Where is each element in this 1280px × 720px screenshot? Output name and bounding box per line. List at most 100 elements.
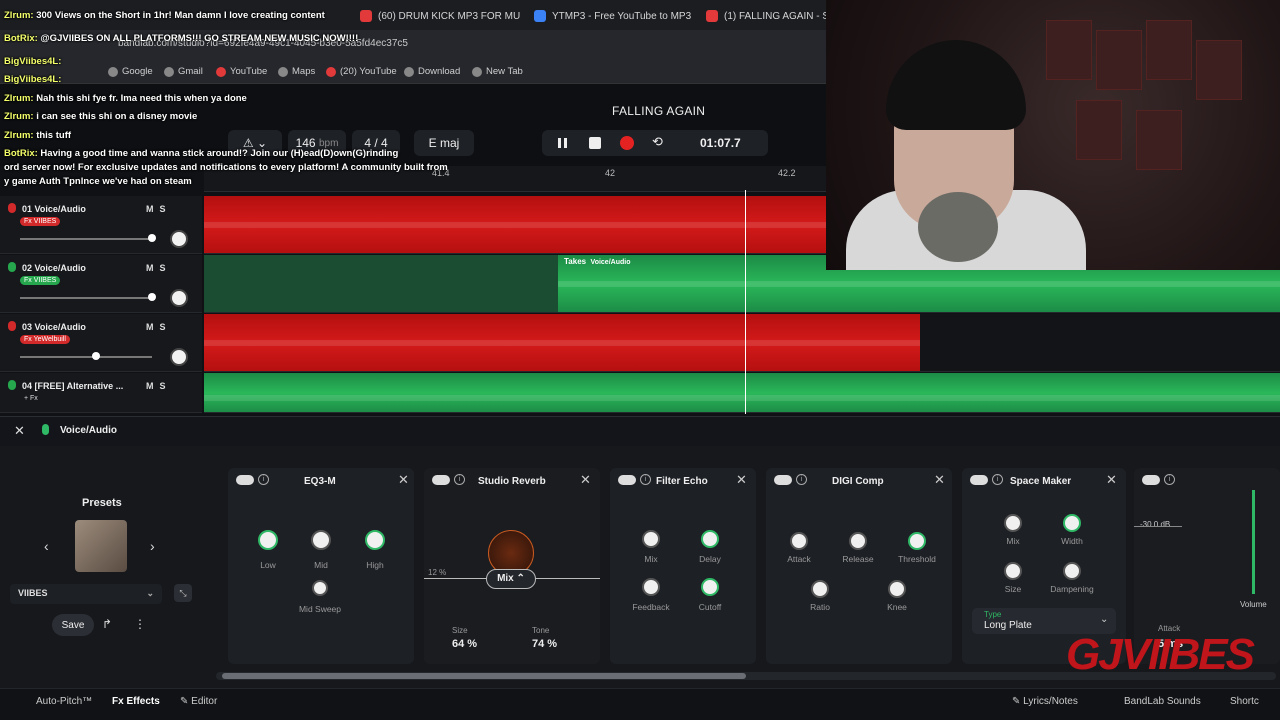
key-field[interactable]: E maj [414, 130, 474, 156]
mute-solo[interactable]: MS [146, 263, 172, 273]
pan-knob[interactable] [170, 289, 188, 307]
bookmark-youtube-2[interactable]: (20) YouTube [326, 66, 397, 77]
knob-ratio[interactable] [811, 580, 829, 598]
effects-tab[interactable]: Fx Effects [112, 696, 160, 707]
browser-tab[interactable]: YTMP3 - Free YouTube to MP3 ✕ [534, 5, 694, 27]
track-header-3[interactable]: 03 Voice/Audio Fx YeWelbuill MS [0, 314, 202, 372]
track-header-4[interactable]: 04 [FREE] Alternative ... + Fx MS [0, 373, 202, 413]
loop-icon[interactable]: ⟲ [652, 134, 666, 149]
info-icon[interactable]: i [1164, 474, 1175, 485]
knob-release[interactable] [849, 532, 867, 550]
song-title[interactable]: FALLING AGAIN [612, 104, 705, 118]
more-icon[interactable]: ⋮ [134, 617, 146, 631]
bookmark-google[interactable]: Google [108, 66, 153, 77]
fx-badge[interactable]: Fx VIIBES [20, 276, 61, 285]
track-name[interactable]: 04 [FREE] Alternative ... [22, 381, 123, 391]
info-icon[interactable]: i [640, 474, 651, 485]
size-value[interactable]: 64 % [452, 638, 477, 650]
browser-tab-active[interactable]: (1) FALLING AGAIN - Studio [706, 5, 826, 27]
close-icon[interactable]: ✕ [398, 472, 409, 488]
plugin-toggle[interactable] [970, 475, 988, 485]
close-icon[interactable]: ✕ [934, 472, 945, 488]
record-icon[interactable] [620, 136, 634, 150]
reset-fx-icon[interactable]: ⤡ [174, 584, 192, 602]
knob-threshold[interactable] [908, 532, 926, 550]
mute-solo[interactable]: MS [146, 381, 172, 391]
knob-size[interactable] [1004, 562, 1022, 580]
preset-select[interactable]: VIIBES ⌄ [10, 584, 162, 604]
knob-mid[interactable] [311, 530, 331, 550]
mute-solo[interactable]: MS [146, 322, 172, 332]
next-preset-icon[interactable]: › [150, 538, 155, 554]
lyrics-notes-tab[interactable]: ✎ Lyrics/Notes [1012, 696, 1078, 707]
track-header-1[interactable]: 01 Voice/Audio Fx VIIBES MS [0, 196, 202, 254]
knob-low[interactable] [258, 530, 278, 550]
volume-handle[interactable] [92, 352, 100, 360]
knob-mid-sweep[interactable] [312, 580, 328, 596]
info-icon[interactable]: i [454, 474, 465, 485]
knob-cutoff[interactable] [701, 578, 719, 596]
volume-slider[interactable] [20, 356, 152, 358]
share-icon[interactable]: ↱ [102, 617, 112, 631]
bookmark-youtube[interactable]: YouTube [216, 66, 267, 77]
audio-clip[interactable] [204, 255, 558, 312]
plugin-toggle[interactable] [1142, 475, 1160, 485]
info-icon[interactable]: i [992, 474, 1003, 485]
scrollbar-thumb[interactable] [222, 673, 746, 679]
shortcuts-tab[interactable]: Shortc [1230, 696, 1259, 707]
editor-tab[interactable]: ✎ Editor [180, 696, 217, 707]
bookmark-gmail[interactable]: Gmail [164, 66, 203, 77]
bandlab-sounds-tab[interactable]: BandLab Sounds [1124, 696, 1201, 707]
close-icon[interactable]: ✕ [1106, 472, 1117, 488]
volume-slider[interactable] [20, 297, 152, 299]
pan-knob[interactable] [170, 348, 188, 366]
close-icon[interactable]: ✕ [580, 472, 591, 488]
fx-badge[interactable]: Fx YeWelbuill [20, 335, 70, 344]
info-icon[interactable]: i [796, 474, 807, 485]
plugin-toggle[interactable] [236, 475, 254, 485]
mute-solo[interactable]: MS [146, 204, 172, 214]
knob-delay[interactable] [701, 530, 719, 548]
pan-knob[interactable] [170, 230, 188, 248]
mix-dropdown[interactable]: Mix ⌃ [486, 569, 536, 589]
knob-dampening[interactable] [1063, 562, 1081, 580]
add-fx-button[interactable]: + Fx [20, 394, 42, 403]
plugin-toggle[interactable] [618, 475, 636, 485]
volume-slider[interactable] [20, 238, 152, 240]
bookmark-download[interactable]: Download [404, 66, 460, 77]
save-preset-button[interactable]: Save [52, 614, 94, 636]
close-icon[interactable]: ✕ [736, 472, 747, 488]
volume-handle[interactable] [148, 234, 156, 242]
knob-mix[interactable] [1004, 514, 1022, 532]
knob-mix[interactable] [642, 530, 660, 548]
knob-high[interactable] [365, 530, 385, 550]
bookmark-maps[interactable]: Maps [278, 66, 315, 77]
knob-knee[interactable] [888, 580, 906, 598]
volume-handle[interactable] [148, 293, 156, 301]
track-name[interactable]: 01 Voice/Audio [22, 204, 86, 214]
plugin-toggle[interactable] [432, 475, 450, 485]
plugin-toggle[interactable] [774, 475, 792, 485]
track-name[interactable]: 03 Voice/Audio [22, 322, 86, 332]
stop-icon[interactable] [588, 136, 602, 150]
preset-thumbnail[interactable] [75, 520, 127, 572]
track-name[interactable]: 02 Voice/Audio [22, 263, 86, 273]
bookmark-new-tab[interactable]: New Tab [472, 66, 523, 77]
browser-tab[interactable]: (60) DRUM KICK MP3 FOR MU ✕ [360, 5, 520, 27]
info-icon[interactable]: i [258, 474, 269, 485]
close-icon[interactable]: ✕ [14, 423, 25, 439]
prev-preset-icon[interactable]: ‹ [44, 538, 49, 554]
fx-badge[interactable]: Fx VIIBES [20, 217, 61, 226]
playhead[interactable] [745, 190, 746, 414]
pause-icon[interactable] [556, 136, 570, 150]
autopitch-tab[interactable]: Auto-Pitch™ [36, 696, 92, 707]
track-header-2[interactable]: 02 Voice/Audio Fx VIIBES MS [0, 255, 202, 313]
knob-width[interactable] [1063, 514, 1081, 532]
knob-attack[interactable] [790, 532, 808, 550]
knob-feedback[interactable] [642, 578, 660, 596]
track-lane-4[interactable] [204, 373, 1280, 413]
tone-value[interactable]: 74 % [532, 638, 557, 650]
audio-clip[interactable] [204, 373, 1280, 412]
volume-meter[interactable] [1252, 490, 1255, 594]
track-lane-3[interactable] [204, 314, 1280, 372]
